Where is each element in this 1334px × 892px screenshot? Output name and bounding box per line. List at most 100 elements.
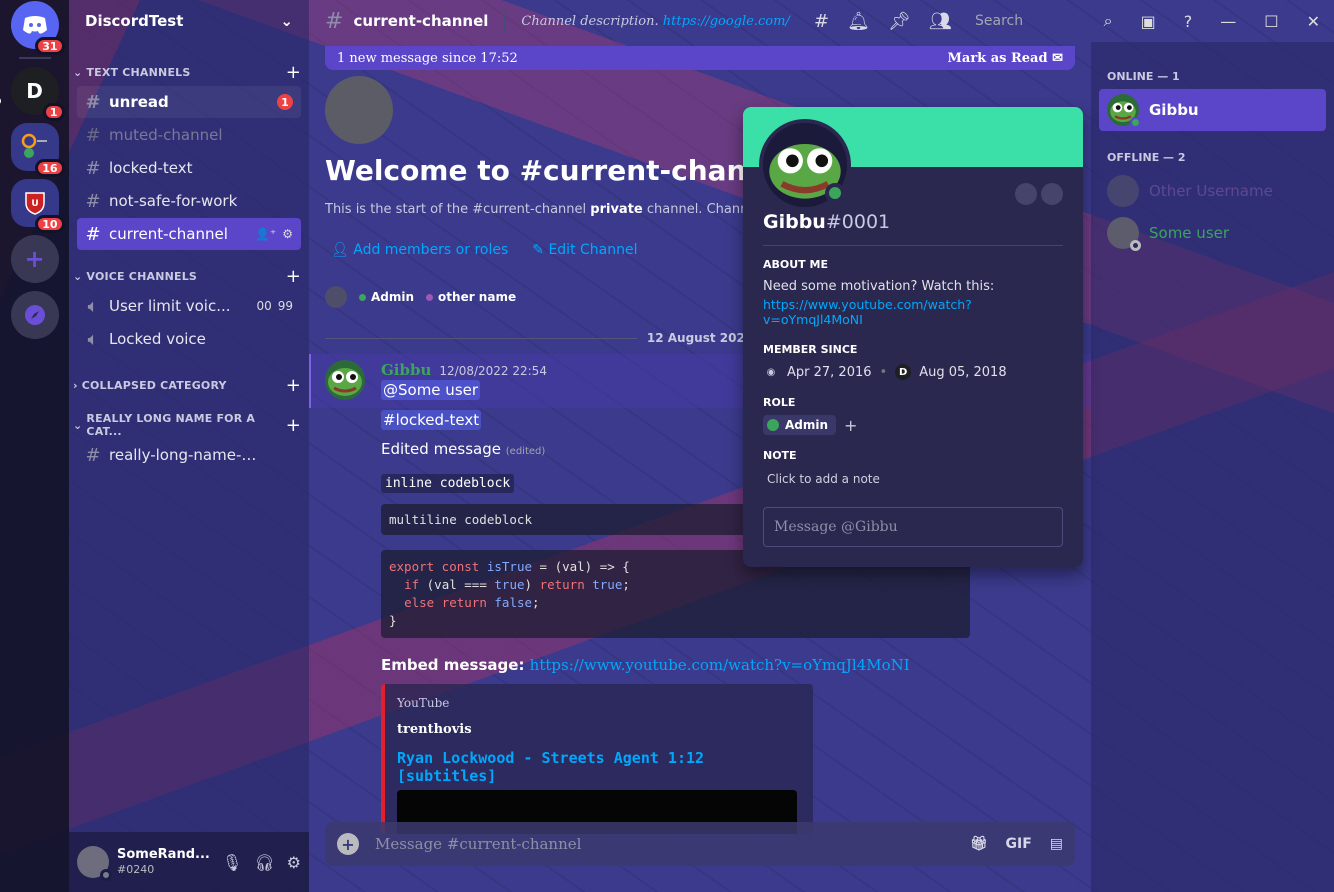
inbox-icon[interactable]: ▣ <box>1141 12 1156 31</box>
sticker-icon[interactable]: ▤ <box>1050 836 1063 852</box>
message-header: Gibbu 12/08/2022 22:54 <box>381 361 547 379</box>
message-composer: + Message #current-channel 🎁︎ GIF ▤ <box>325 822 1075 866</box>
edited-tag: (edited) <box>505 446 546 457</box>
threads-icon[interactable]: # <box>814 11 829 32</box>
status-indicator <box>100 869 112 881</box>
gif-button[interactable]: GIF <box>1006 836 1032 852</box>
speaker-icon: 🔈︎ <box>87 295 99 317</box>
create-channel-icon[interactable]: + <box>286 266 301 287</box>
hash-icon: # <box>85 223 101 245</box>
headphones-icon[interactable]: 🎧︎ <box>254 853 274 872</box>
message-timestamp: 12/08/2022 22:54 <box>439 364 547 378</box>
role-avatar <box>325 286 347 308</box>
message-author[interactable]: Gibbu <box>381 361 431 379</box>
create-channel-icon[interactable]: + <box>286 375 301 396</box>
svg-text:U: U <box>31 199 38 209</box>
category-voice-channels[interactable]: ⌄ VOICE CHANNELS + <box>69 266 309 287</box>
avatar <box>1107 175 1139 207</box>
category-text-channels[interactable]: ⌄ TEXT CHANNELS + <box>69 62 309 83</box>
channel-unread[interactable]: # unread 1 <box>77 86 301 118</box>
channel-roles: Admin other name <box>325 286 516 308</box>
server-d[interactable]: D 1 <box>0 67 65 121</box>
guild-header[interactable]: DiscordTest ⌄ <box>69 0 309 42</box>
avatar[interactable] <box>325 360 365 400</box>
close-icon[interactable]: ✕ <box>1307 12 1320 31</box>
create-channel-icon[interactable]: + <box>286 62 301 83</box>
category-collapsed[interactable]: › COLLAPSED CATEGORY + <box>69 375 309 396</box>
home-badge: 31 <box>35 37 65 55</box>
user-mention[interactable]: @Some user <box>381 380 481 400</box>
server-list: 31 D 1 16 U 10 + <box>0 0 69 892</box>
description-link[interactable]: https://google.com/ <box>663 14 790 29</box>
server-shield[interactable]: U 10 <box>10 179 65 233</box>
channel-locked-voice[interactable]: 🔈︎ Locked voice <box>77 323 301 355</box>
about-link[interactable]: https://www.youtube.com/watch?v=oYmqJl4M… <box>763 297 1063 327</box>
channel-description: Channel description. https://google.com/ <box>521 14 789 29</box>
avatar[interactable] <box>77 846 112 881</box>
hash-icon: # <box>85 444 101 466</box>
avatar <box>1107 94 1141 128</box>
gear-icon[interactable]: ⚙ <box>282 227 293 241</box>
channel-locked-text[interactable]: # locked-text <box>77 152 301 184</box>
category-long-name[interactable]: ⌄ REALLY LONG NAME FOR A CAT... + <box>69 412 309 438</box>
pepe-avatar-icon <box>325 360 365 400</box>
category-label: COLLAPSED CATEGORY <box>81 378 227 392</box>
profile-message-input[interactable]: Message @Gibbu <box>763 507 1063 547</box>
gift-icon[interactable]: 🎁︎ <box>970 836 988 852</box>
guild-name: DiscordTest <box>85 12 184 30</box>
category-label: VOICE CHANNELS <box>86 269 198 283</box>
minimize-icon[interactable]: — <box>1220 12 1236 31</box>
member-item[interactable]: Some user <box>1099 212 1326 254</box>
channel-long-name[interactable]: # really-long-name-for... <box>77 439 301 471</box>
microphone-icon[interactable]: 🎙︎ <box>222 853 242 872</box>
home-button[interactable]: 31 <box>10 1 65 55</box>
embed-author[interactable]: trenthovis <box>397 722 801 737</box>
date-label: 12 August 2022 <box>646 331 754 345</box>
bell-icon[interactable]: 🔔︎ <box>847 11 870 32</box>
new-messages-bar[interactable]: 1 new message since 17:52 Mark as Read ✉… <box>325 46 1075 70</box>
member-group-offline: OFFLINE — 2 <box>1107 151 1186 164</box>
members-icon[interactable]: 👥︎ <box>929 11 952 32</box>
explore-servers-button[interactable] <box>10 291 59 339</box>
search-icon[interactable]: ⌕ <box>1104 11 1113 31</box>
user-info[interactable]: SomeRand... #0240 <box>117 847 214 877</box>
server-badge: 16 <box>35 159 65 177</box>
hash-icon: # <box>85 124 101 146</box>
member-group-online: ONLINE — 1 <box>1107 70 1180 83</box>
embed-link[interactable]: https://www.youtube.com/watch?v=oYmqJl4M… <box>530 656 910 674</box>
add-server-button[interactable]: + <box>10 235 59 283</box>
channel-mention[interactable]: #locked-text <box>381 410 482 430</box>
server-folder-overwatch[interactable]: 16 <box>10 123 65 177</box>
role-header: ROLE <box>763 396 796 409</box>
create-channel-icon[interactable]: + <box>286 415 301 436</box>
embed-title[interactable]: Ryan Lockwood - Streets Agent 1:12 [subt… <box>397 749 801 785</box>
add-members-button[interactable]: 👤︎ Add members or roles <box>331 242 508 258</box>
upload-plus-icon[interactable]: + <box>337 833 359 855</box>
search-input[interactable]: Search <box>969 9 1113 33</box>
plus-icon: + <box>24 245 45 273</box>
edit-channel-button[interactable]: ✎ Edit Channel <box>532 242 637 258</box>
member-item[interactable]: Other Username <box>1099 170 1326 212</box>
member-item[interactable]: Gibbu <box>1099 89 1326 131</box>
channel-voice-limit[interactable]: 🔈︎ User limit voic... 00 99 <box>77 290 301 322</box>
channel-muted[interactable]: # muted-channel <box>77 119 301 151</box>
channel-name: not-safe-for-work <box>109 192 238 210</box>
invite-icon[interactable]: 👤⁺ <box>255 227 276 241</box>
channel-nsfw[interactable]: # not-safe-for-work <box>77 185 301 217</box>
avatar <box>1107 217 1141 251</box>
add-role-icon[interactable]: + <box>844 416 857 435</box>
maximize-icon[interactable]: ☐ <box>1264 12 1278 31</box>
welcome-title: Welcome to #current-channel! <box>325 154 808 187</box>
role-pill[interactable]: Admin <box>763 415 837 435</box>
channel-current[interactable]: # current-channel 👤⁺ ⚙ <box>77 218 301 250</box>
gear-icon[interactable]: ⚙ <box>287 853 301 872</box>
hash-icon: # <box>85 190 101 212</box>
channel-name: current-channel <box>109 225 228 243</box>
divider <box>504 9 506 33</box>
pin-icon[interactable]: 📌︎ <box>888 11 911 32</box>
mark-as-read-button[interactable]: Mark as Read ✉︎ <box>948 51 1064 66</box>
help-icon[interactable]: ? <box>1184 12 1193 31</box>
message-input[interactable]: Message #current-channel <box>375 835 954 853</box>
embed-message-line: Embed message: https://www.youtube.com/w… <box>381 656 910 674</box>
note-input[interactable]: Click to add a note <box>767 472 1063 486</box>
